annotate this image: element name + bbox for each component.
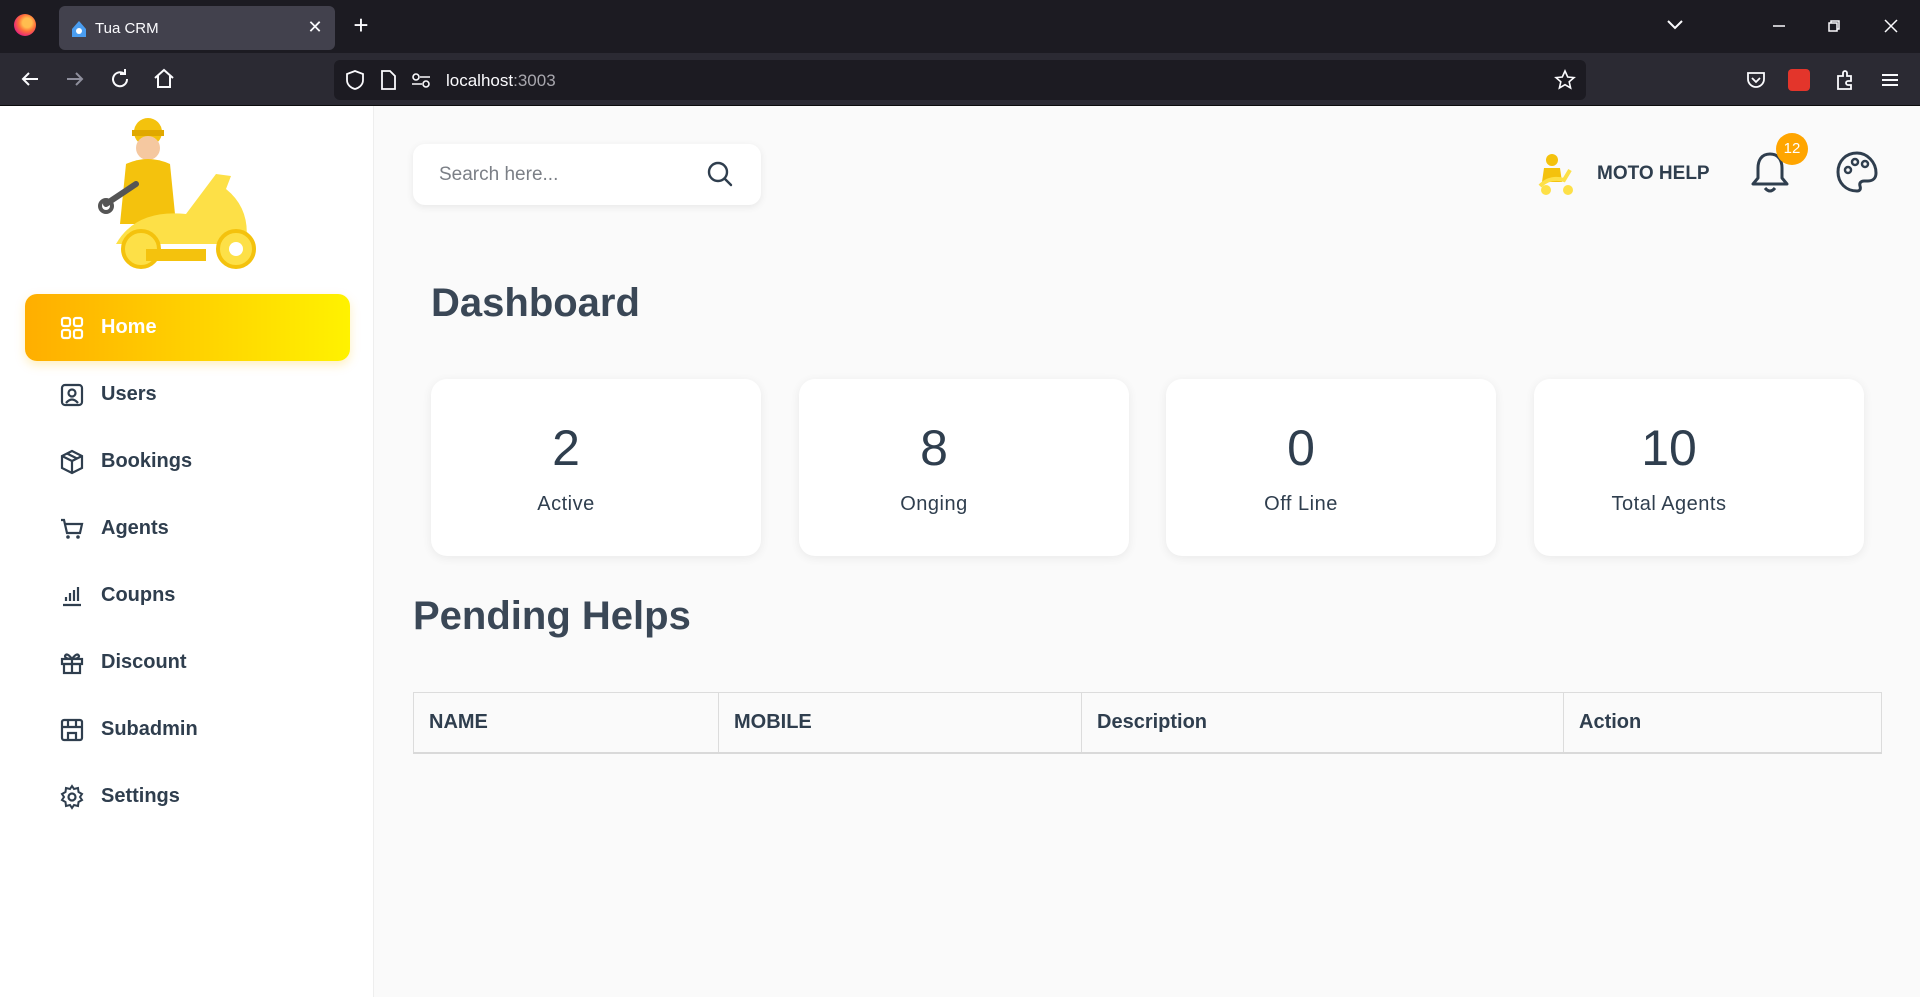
moto-help-brand-icon xyxy=(1538,154,1573,195)
box-icon xyxy=(60,449,84,474)
sidebar-item-label: Coupns xyxy=(101,584,176,606)
close-tab-icon[interactable]: ✕ xyxy=(305,17,325,37)
sidebar-item-subadmin[interactable]: Subadmin xyxy=(25,696,350,763)
sidebar-item-home[interactable]: Home xyxy=(25,294,350,361)
sidebar-item-users[interactable]: Users xyxy=(25,361,350,428)
grid-icon xyxy=(60,316,84,339)
brand-name: MOTO HELP xyxy=(1597,163,1710,184)
palette-icon[interactable] xyxy=(1835,150,1879,194)
table-header-row: NAME MOBILE Description Action xyxy=(413,692,1882,754)
sidebar-item-discount[interactable]: Discount xyxy=(25,629,350,696)
pending-helps-table: NAME MOBILE Description Action xyxy=(413,692,1882,754)
sidebar-item-label: Home xyxy=(101,316,157,338)
tab-title: Tua CRM xyxy=(95,20,159,37)
stat-card-active[interactable]: 2 Active xyxy=(431,379,761,556)
url-text[interactable]: localhost:3003 xyxy=(446,71,556,91)
stat-value: 8 xyxy=(920,420,948,476)
minimize-icon[interactable] xyxy=(1767,14,1791,38)
store-icon xyxy=(60,718,84,741)
column-header-action[interactable]: Action xyxy=(1563,692,1882,754)
sidebar-item-coupns[interactable]: Coupns xyxy=(25,562,350,629)
moto-help-logo xyxy=(98,118,256,269)
restore-icon[interactable] xyxy=(1822,14,1846,38)
firefox-icon[interactable] xyxy=(14,14,36,36)
stat-label: Active xyxy=(537,493,595,515)
reload-icon[interactable] xyxy=(108,67,132,91)
extensions-puzzle-icon[interactable] xyxy=(1833,68,1857,92)
user-badge-icon xyxy=(60,383,84,406)
cart-icon xyxy=(61,518,84,539)
sidebar-item-bookings[interactable]: Bookings xyxy=(25,428,350,495)
forward-arrow-icon[interactable] xyxy=(63,67,87,91)
back-arrow-icon[interactable] xyxy=(18,67,42,91)
page-title: Dashboard xyxy=(431,281,640,325)
permissions-icon[interactable] xyxy=(410,70,432,90)
stat-value: 2 xyxy=(552,420,580,476)
stat-card-total-agents[interactable]: 10 Total Agents xyxy=(1534,379,1864,556)
sidebar-item-label: Agents xyxy=(101,517,169,539)
search-input[interactable] xyxy=(439,160,699,190)
stat-label: Total Agents xyxy=(1611,493,1727,515)
sidebar: Home Users Bookings Agents Coupns Discou… xyxy=(0,106,374,997)
browser-tab[interactable]: Tua CRM ✕ xyxy=(59,6,335,50)
sidebar-menu: Home Users Bookings Agents Coupns Discou… xyxy=(25,294,350,830)
notification-badge: 12 xyxy=(1776,133,1808,165)
close-window-icon[interactable] xyxy=(1879,14,1903,38)
column-header-name[interactable]: NAME xyxy=(413,692,719,754)
gift-icon xyxy=(60,652,84,674)
column-header-mobile[interactable]: MOBILE xyxy=(718,692,1082,754)
section-title: Pending Helps xyxy=(413,594,691,638)
pocket-icon[interactable] xyxy=(1744,68,1768,92)
sidebar-item-label: Discount xyxy=(101,651,187,673)
menu-hamburger-icon[interactable] xyxy=(1878,68,1902,92)
sidebar-item-label: Subadmin xyxy=(101,718,198,740)
extension-red-icon[interactable] xyxy=(1788,69,1810,91)
sidebar-item-label: Settings xyxy=(101,785,180,807)
column-header-description[interactable]: Description xyxy=(1081,692,1564,754)
page-icon[interactable] xyxy=(378,69,398,91)
search-icon[interactable] xyxy=(705,159,735,189)
stat-card-offline[interactable]: 0 Off Line xyxy=(1166,379,1496,556)
shield-icon[interactable] xyxy=(344,69,366,91)
list-tabs-chevron-icon[interactable] xyxy=(1665,17,1685,33)
new-tab-button[interactable]: + xyxy=(348,12,374,38)
stat-card-ongoing[interactable]: 8 Onging xyxy=(799,379,1129,556)
sidebar-item-label: Bookings xyxy=(101,450,193,472)
bookmark-star-icon[interactable] xyxy=(1554,69,1576,91)
stat-label: Onging xyxy=(900,493,968,515)
browser-tab-bar: Tua CRM ✕ + xyxy=(0,0,1920,53)
home-favicon-icon xyxy=(72,21,86,37)
stat-value: 0 xyxy=(1287,420,1315,476)
sidebar-item-settings[interactable]: Settings xyxy=(25,763,350,830)
sidebar-item-label: Users xyxy=(101,383,157,405)
gear-icon xyxy=(60,783,84,810)
stat-label: Off Line xyxy=(1264,493,1338,515)
stat-value: 10 xyxy=(1641,420,1697,476)
address-bar[interactable]: localhost:3003 xyxy=(334,60,1586,100)
home-icon[interactable] xyxy=(152,67,176,91)
bar-chart-icon xyxy=(63,586,81,606)
sidebar-item-agents[interactable]: Agents xyxy=(25,495,350,562)
